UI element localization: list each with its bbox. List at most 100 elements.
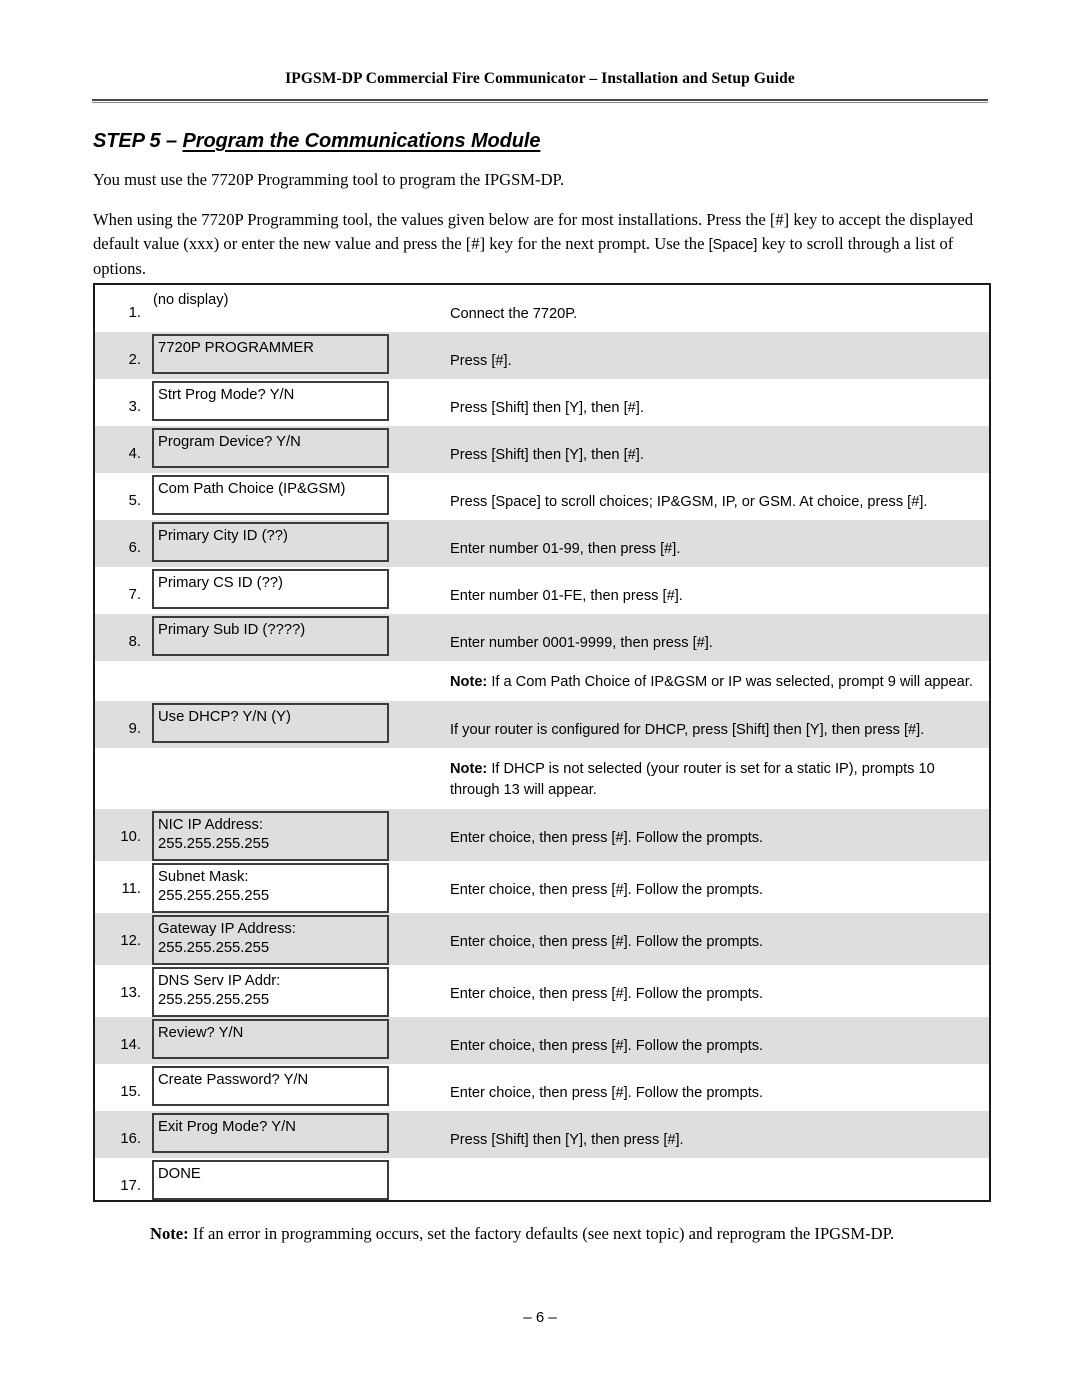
running-head: IPGSM-DP Commercial Fire Communicator – … bbox=[285, 70, 795, 87]
table-row: 3. Strt Prog Mode? Y/N Press [Shift] then … bbox=[94, 379, 990, 426]
note-label: Note: bbox=[450, 674, 488, 690]
step-number-cell: 4. bbox=[94, 426, 148, 473]
step-number-cell: 17. bbox=[94, 1158, 148, 1201]
action-text: Connect the 7720P. bbox=[450, 306, 578, 322]
table-body: 1. (no display) Connect the 7720P. 2. 7720P … bbox=[94, 284, 990, 1201]
lcd-display-cell: Create Password? Y/N bbox=[148, 1064, 438, 1111]
closing-note-text: If an error in programming occurs, set t… bbox=[188, 1224, 895, 1243]
table-note-row: Note: If a Com Path Choice of IP&GSM or … bbox=[94, 661, 990, 701]
lcd-display-box: Use DHCP? Y/N (Y) bbox=[152, 703, 389, 743]
action-text: Enter choice, then press [#]. Follow the… bbox=[450, 986, 764, 1002]
lcd-display-box: Review? Y/N bbox=[152, 1019, 389, 1059]
table-row: 12. Gateway IP Address: 255.255.255.255 En… bbox=[94, 913, 990, 965]
lcd-display-cell: Primary CS ID (??) bbox=[148, 567, 438, 614]
step-number-cell: 13. bbox=[94, 965, 148, 1017]
lcd-display-box: Subnet Mask: 255.255.255.255 bbox=[152, 863, 389, 913]
step-number: 14. bbox=[120, 1037, 141, 1053]
action-text: Press [Shift] then [Y], then [#]. bbox=[450, 447, 644, 463]
action-cell: Press [Space] to scroll choices; IP&GSM,… bbox=[438, 473, 990, 520]
closing-note: Note: If an error in programming occurs,… bbox=[150, 1222, 910, 1246]
lcd-display-cell: (no display) bbox=[148, 284, 438, 332]
table-row: 9. Use DHCP? Y/N (Y) If your router is con… bbox=[94, 701, 990, 748]
table-row: 14. Review? Y/N Enter choice, then press [… bbox=[94, 1017, 990, 1064]
lcd-display-box: DONE bbox=[152, 1160, 389, 1200]
intro-paragraph-1: You must use the 7720P Programming tool … bbox=[93, 170, 565, 189]
lcd-display-box: DNS Serv IP Addr: 255.255.255.255 bbox=[152, 967, 389, 1017]
table-row: 1. (no display) Connect the 7720P. bbox=[94, 284, 990, 332]
action-cell: Press [Shift] then [Y], then [#]. bbox=[438, 379, 990, 426]
step-heading-prefix: STEP 5 – bbox=[93, 130, 183, 152]
lcd-display-cell: Gateway IP Address: 255.255.255.255 bbox=[148, 913, 438, 965]
lcd-display-cell: Program Device? Y/N bbox=[148, 426, 438, 473]
step-number-cell: 2. bbox=[94, 332, 148, 379]
step-number: 17. bbox=[120, 1178, 141, 1194]
lcd-display-cell: Strt Prog Mode? Y/N bbox=[148, 379, 438, 426]
table-row: 7. Primary CS ID (??) Enter number 01-FE, … bbox=[94, 567, 990, 614]
action-cell: Enter choice, then press [#]. Follow the… bbox=[438, 809, 990, 861]
step-number-cell: 16. bbox=[94, 1111, 148, 1158]
table-row: 11. Subnet Mask: 255.255.255.255 Enter cho… bbox=[94, 861, 990, 913]
lcd-display-cell: Primary Sub ID (????) bbox=[148, 614, 438, 661]
lcd-display-cell bbox=[148, 748, 438, 809]
step-number: 12. bbox=[120, 933, 141, 949]
action-cell: Enter choice, then press [#]. Follow the… bbox=[438, 913, 990, 965]
intro-paragraph-2: When using the 7720P Programming tool, t… bbox=[93, 208, 991, 281]
step-number: 10. bbox=[120, 829, 141, 845]
action-cell: Note: If DHCP is not selected (your rout… bbox=[438, 748, 990, 809]
action-cell: Enter choice, then press [#]. Follow the… bbox=[438, 1064, 990, 1111]
lcd-display-box: NIC IP Address: 255.255.255.255 bbox=[152, 811, 389, 861]
table-row: 10. NIC IP Address: 255.255.255.255 Enter … bbox=[94, 809, 990, 861]
lcd-display-box: Strt Prog Mode? Y/N bbox=[152, 381, 389, 421]
lcd-display-box: Com Path Choice (IP&GSM) bbox=[152, 475, 389, 515]
space-key-label: [Space] bbox=[708, 236, 758, 253]
action-cell: Enter choice, then press [#]. Follow the… bbox=[438, 861, 990, 913]
step-number: 8. bbox=[128, 634, 141, 650]
step-number-cell: 1. bbox=[94, 284, 148, 332]
lcd-display-cell bbox=[148, 661, 438, 701]
step-number-cell: 15. bbox=[94, 1064, 148, 1111]
lcd-display-box: 7720P PROGRAMMER bbox=[152, 334, 389, 374]
action-text bbox=[438, 1158, 989, 1185]
lcd-display-cell: Use DHCP? Y/N (Y) bbox=[148, 701, 438, 748]
step-number-cell: 5. bbox=[94, 473, 148, 520]
action-cell: Press [Shift] then [Y], then press [#]. bbox=[438, 1111, 990, 1158]
step-number: 2. bbox=[128, 352, 141, 368]
header-rule bbox=[92, 99, 988, 103]
action-text: Enter choice, then press [#]. Follow the… bbox=[450, 1038, 764, 1054]
step-number-cell bbox=[94, 661, 148, 701]
table-row: 13. DNS Serv IP Addr: 255.255.255.255 Ente… bbox=[94, 965, 990, 1017]
lcd-display-cell: Com Path Choice (IP&GSM) bbox=[148, 473, 438, 520]
action-cell: Enter number 01-FE, then press [#]. bbox=[438, 567, 990, 614]
lcd-display-box: Gateway IP Address: 255.255.255.255 bbox=[152, 915, 389, 965]
lcd-display-cell: Exit Prog Mode? Y/N bbox=[148, 1111, 438, 1158]
lcd-display-box: Primary Sub ID (????) bbox=[152, 616, 389, 656]
lcd-display-cell: Primary City ID (??) bbox=[148, 520, 438, 567]
note-label: Note: bbox=[450, 761, 488, 777]
action-text: Enter choice, then press [#]. Follow the… bbox=[450, 934, 764, 950]
action-text: Enter number 01-FE, then press [#]. bbox=[450, 588, 683, 604]
action-cell: Enter number 01-99, then press [#]. bbox=[438, 520, 990, 567]
step-number: 15. bbox=[120, 1084, 141, 1100]
action-cell: Enter number 0001-9999, then press [#]. bbox=[438, 614, 990, 661]
lcd-display-cell: DONE bbox=[148, 1158, 438, 1201]
page-title: STEP 5 – Program the Communications Modu… bbox=[93, 130, 540, 153]
action-text: Press [Shift] then [Y], then press [#]. bbox=[450, 1132, 684, 1148]
lcd-display-cell: 7720P PROGRAMMER bbox=[148, 332, 438, 379]
document-page: IPGSM-DP Commercial Fire Communicator – … bbox=[0, 0, 1080, 1397]
step-number: 13. bbox=[120, 985, 141, 1001]
step-number: 16. bbox=[120, 1131, 141, 1147]
step-number: 9. bbox=[128, 721, 141, 737]
action-text: Enter number 0001-9999, then press [#]. bbox=[450, 635, 713, 651]
action-cell bbox=[438, 1158, 990, 1201]
note-text: Note: If a Com Path Choice of IP&GSM or … bbox=[438, 661, 989, 701]
action-text: Press [Space] to scroll choices; IP&GSM,… bbox=[450, 494, 928, 510]
table-row: 6. Primary City ID (??) Enter number 01-99… bbox=[94, 520, 990, 567]
lcd-display-cell: Review? Y/N bbox=[148, 1017, 438, 1064]
lcd-display-cell: NIC IP Address: 255.255.255.255 bbox=[148, 809, 438, 861]
action-text: Enter choice, then press [#]. Follow the… bbox=[450, 830, 764, 846]
action-text: Enter choice, then press [#]. Follow the… bbox=[450, 1085, 764, 1101]
action-text: Enter choice, then press [#]. Follow the… bbox=[450, 882, 764, 898]
table-note-row: Note: If DHCP is not selected (your rout… bbox=[94, 748, 990, 809]
step-number: 4. bbox=[128, 446, 141, 462]
lcd-display-cell: Subnet Mask: 255.255.255.255 bbox=[148, 861, 438, 913]
